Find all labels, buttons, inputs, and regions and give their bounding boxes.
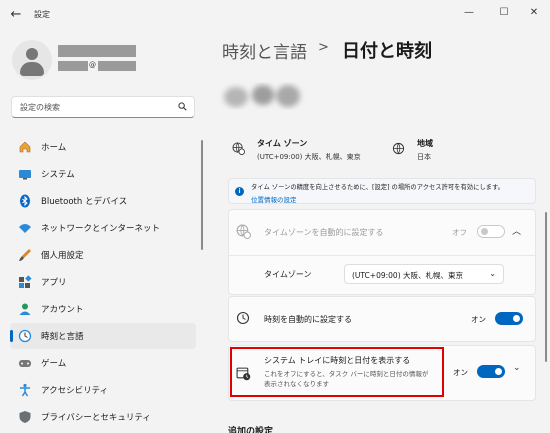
clock-display-blurred (224, 85, 300, 107)
auto-timezone-toggle[interactable] (477, 225, 505, 238)
location-notice: i タイム ゾーンの精度を向上させるために、[設定] の場所のアクセス許可を有効… (228, 178, 536, 204)
sidebar-item-privacy[interactable]: プライバシーとセキュリティ (10, 404, 196, 430)
active-indicator (10, 330, 13, 342)
home-icon (19, 141, 31, 153)
toggle-knob (513, 315, 520, 322)
toggle-knob (495, 368, 502, 375)
account-icon (19, 303, 31, 315)
avatar-head (26, 48, 38, 60)
sidebar-item-gaming[interactable]: ゲーム (10, 350, 196, 376)
back-button[interactable]: ← (6, 6, 26, 24)
timezone-row-label: タイムゾーン (264, 270, 312, 279)
timezone-value: (UTC+09:00) 大阪、札幌、東京 (257, 153, 361, 161)
gamepad-icon (19, 360, 31, 367)
sidebar-item-label: プライバシーとセキュリティ (41, 413, 151, 423)
sidebar-scrollbar[interactable] (201, 140, 203, 250)
tray-clock-toggle[interactable] (477, 365, 505, 378)
chevron-up-icon[interactable]: ︿ (512, 224, 521, 237)
sidebar-item-label: 個人用設定 (41, 251, 84, 261)
globe-icon (392, 142, 405, 155)
arrow-left-icon: ← (10, 7, 22, 22)
user-email: @ (58, 61, 136, 71)
accessibility-icon (20, 383, 30, 397)
timezone-title: タイム ゾーン (257, 139, 308, 148)
time-language-icon (18, 329, 32, 343)
sidebar-item-label: ネットワークとインターネット (41, 224, 161, 234)
globe-clock-icon (232, 142, 245, 155)
email-at: @ (89, 61, 96, 69)
highlight-box (230, 347, 444, 397)
sidebar-item-label: 時刻と言語 (41, 332, 84, 342)
email-redacted-part (98, 61, 136, 71)
auto-time-label: 時刻を自動的に設定する (264, 315, 352, 324)
auto-time-toggle[interactable] (495, 312, 523, 325)
page-title: 日付と時刻 (342, 41, 432, 62)
timezone-select[interactable]: (UTC+09:00) 大阪、札幌、東京 ⌄ (344, 264, 504, 284)
sidebar-item-label: ゲーム (41, 359, 67, 369)
sidebar-item-time-language[interactable]: 時刻と言語 (10, 323, 196, 349)
auto-timezone-state: オフ (452, 228, 467, 237)
close-button[interactable]: ✕ (523, 4, 545, 22)
chevron-down-icon[interactable]: ⌄ (513, 363, 521, 373)
search-icon (178, 102, 187, 111)
search-placeholder: 設定の検索 (20, 103, 60, 112)
sidebar-item-label: システム (41, 170, 75, 180)
info-icon: i (235, 187, 244, 196)
divider (229, 255, 535, 256)
search-input[interactable]: 設定の検索 (11, 96, 195, 118)
location-settings-link[interactable]: 位置情報の設定 (251, 194, 297, 204)
avatar-body (20, 62, 44, 76)
sidebar-item-apps[interactable]: アプリ (10, 269, 196, 295)
sidebar-item-label: Bluetooth とデバイス (41, 197, 128, 207)
content-scrollbar[interactable] (545, 212, 547, 362)
timezone-selected: (UTC+09:00) 大阪、札幌、東京 (352, 271, 464, 280)
sidebar-item-label: アカウント (41, 305, 84, 315)
app-title: 設定 (34, 10, 50, 19)
sidebar-item-system[interactable]: システム (10, 161, 196, 187)
shield-icon (19, 411, 31, 423)
toggle-knob (481, 228, 488, 235)
breadcrumb-parent[interactable]: 時刻と言語 (222, 38, 307, 63)
brush-icon (19, 249, 31, 261)
sidebar-item-label: ホーム (41, 143, 67, 153)
tray-state: オン (453, 368, 468, 377)
sidebar-item-label: アプリ (41, 278, 67, 288)
user-name-redacted (58, 45, 136, 57)
title-bar: ← 設定 — ☐ ✕ (0, 0, 550, 30)
notice-message: タイム ゾーンの精度を向上させるために、[設定] の場所のアクセス許可を有効にし… (251, 184, 504, 191)
close-icon: ✕ (529, 7, 539, 18)
system-icon (19, 170, 31, 180)
sidebar-item-accounts[interactable]: アカウント (10, 296, 196, 322)
minimize-icon: — (464, 7, 474, 18)
globe-sync-icon (236, 224, 251, 239)
email-redacted-part (58, 61, 88, 71)
clock-icon (236, 311, 250, 325)
chevron-down-icon: ⌄ (489, 269, 496, 278)
maximize-icon: ☐ (499, 7, 509, 18)
auto-time-state: オン (471, 315, 486, 324)
additional-settings-heading: 追加の設定 (228, 427, 274, 433)
minimize-button[interactable]: — (458, 4, 480, 22)
auto-timezone-label: タイムゾーンを自動的に設定する (264, 228, 384, 237)
breadcrumb-separator: > (318, 40, 329, 55)
avatar[interactable] (12, 40, 52, 80)
maximize-button[interactable]: ☐ (493, 4, 515, 22)
sidebar-item-network[interactable]: ネットワークとインターネット (10, 215, 196, 241)
bluetooth-icon (20, 194, 30, 208)
region-value: 日本 (417, 153, 431, 161)
sidebar-item-label: アクセシビリティ (41, 386, 109, 396)
sidebar-item-personalization[interactable]: 個人用設定 (10, 242, 196, 268)
region-title: 地域 (417, 139, 433, 148)
sidebar-item-accessibility[interactable]: アクセシビリティ (10, 377, 196, 403)
sidebar-item-home[interactable]: ホーム (10, 134, 196, 160)
apps-icon (19, 275, 32, 288)
wifi-icon (19, 224, 31, 233)
sidebar-item-bluetooth[interactable]: Bluetooth とデバイス (10, 188, 196, 214)
